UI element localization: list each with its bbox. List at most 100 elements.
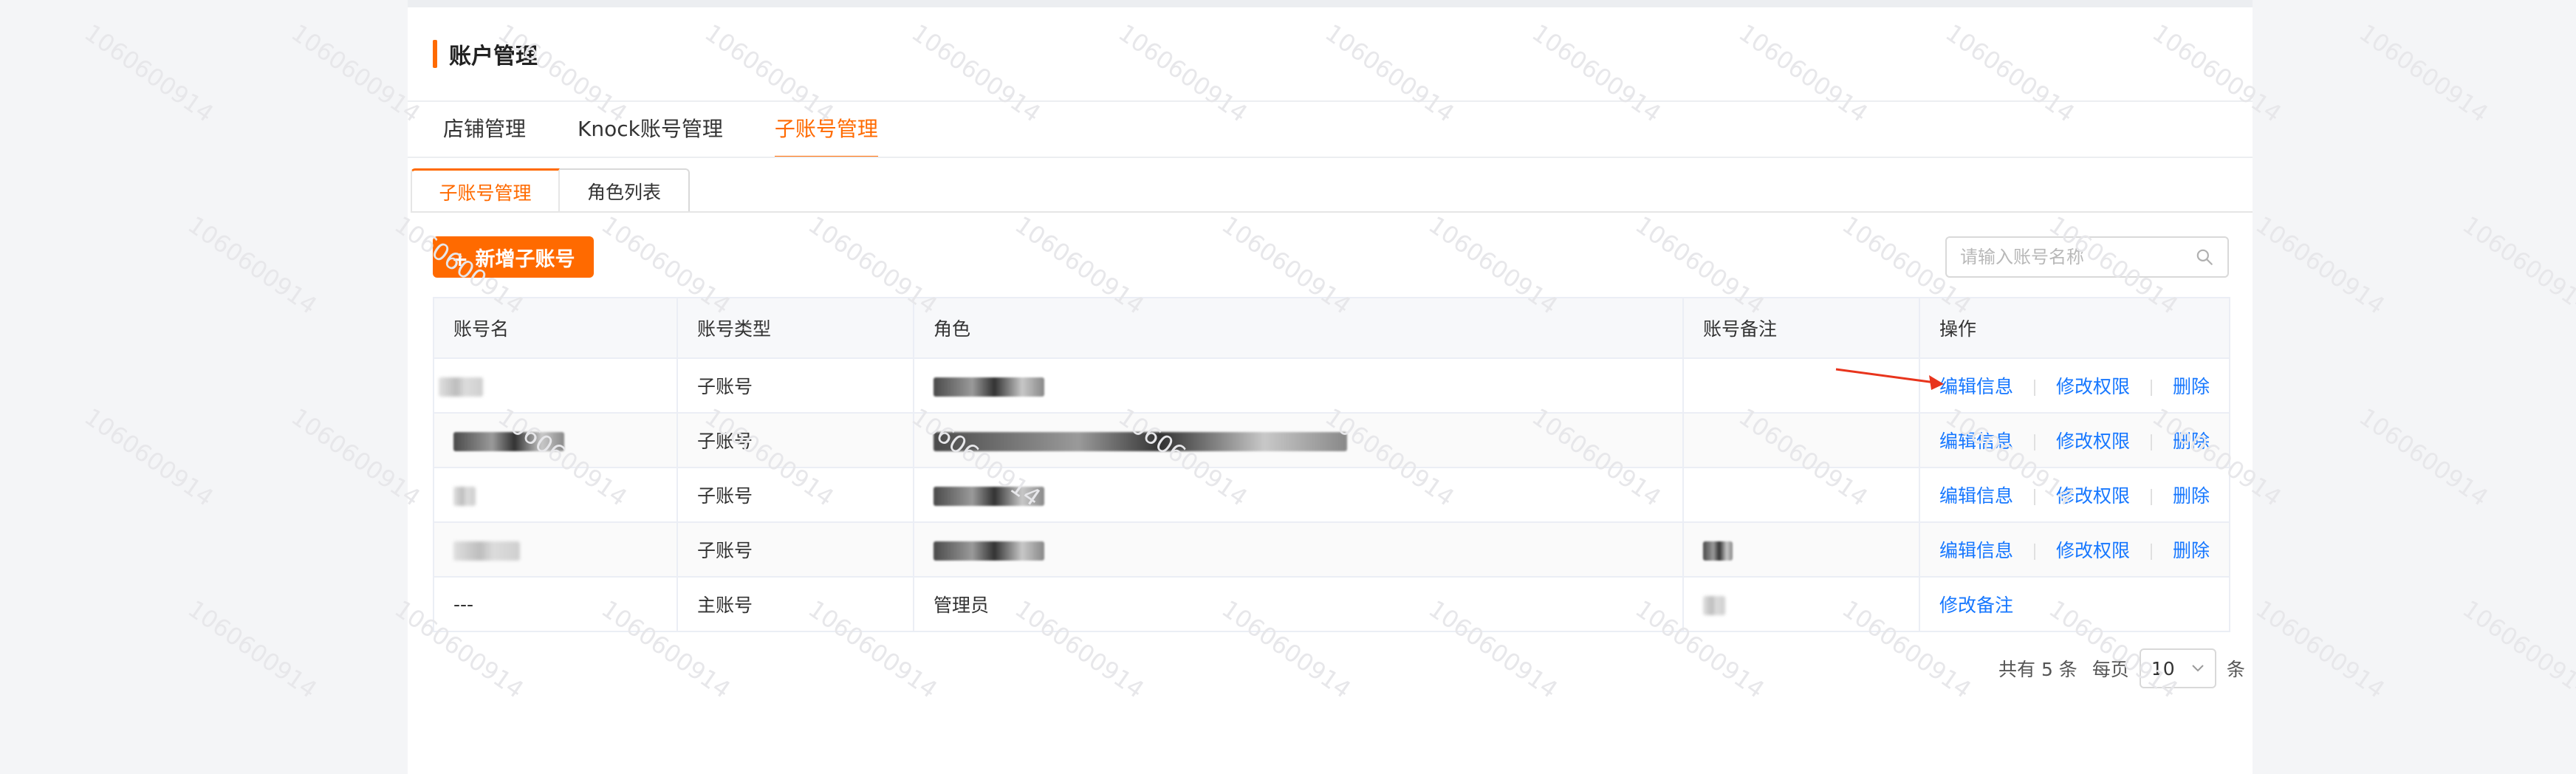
- cell-account-type: 子账号: [677, 468, 914, 523]
- table-row: 子账号 编辑信息 修改权限 删除: [434, 413, 2230, 468]
- redacted-text: [453, 541, 520, 561]
- main-tabs: 店铺管理 Knock账号管理 子账号管理: [443, 103, 930, 158]
- modify-permissions-link[interactable]: 修改权限: [2056, 485, 2130, 507]
- divider: [2034, 544, 2036, 560]
- cell-account-name: ---: [434, 577, 678, 632]
- delete-link[interactable]: 删除: [2173, 376, 2210, 397]
- col-header-actions: 操作: [1919, 298, 2230, 359]
- col-header-role: 角色: [914, 298, 1684, 359]
- total-count: 共有 5 条: [1998, 659, 2077, 680]
- edit-info-link[interactable]: 编辑信息: [1939, 540, 2013, 561]
- cell-actions: 编辑信息 修改权限 删除: [1919, 413, 2230, 468]
- divider: [408, 157, 2253, 158]
- table-row: 子账号 编辑信息 修改权限 删除: [434, 468, 2230, 523]
- cell-actions: 修改备注: [1919, 577, 2230, 632]
- redacted-text: [934, 377, 1044, 397]
- watermark-text: 1060600914: [2250, 210, 2391, 320]
- watermark-text: 1060600914: [79, 403, 219, 512]
- delete-link[interactable]: 删除: [2173, 485, 2210, 507]
- watermark-text: 1060600914: [2354, 18, 2494, 128]
- add-sub-account-button[interactable]: + 新增子账号: [433, 236, 594, 278]
- edit-info-link[interactable]: 编辑信息: [1939, 431, 2013, 452]
- page-size-value: 10: [2151, 657, 2175, 679]
- cell-account-type: 子账号: [677, 358, 914, 414]
- sub-tabs: 子账号管理 角色列表: [411, 168, 690, 213]
- divider: [2151, 380, 2153, 396]
- divider: [2034, 380, 2036, 396]
- delete-link[interactable]: 删除: [2173, 431, 2210, 452]
- modify-permissions-link[interactable]: 修改权限: [2056, 431, 2130, 452]
- cell-account-type: 子账号: [677, 522, 914, 578]
- redacted-text: [934, 431, 1347, 451]
- col-header-account-name: 账号名: [434, 298, 678, 359]
- page-size-select[interactable]: 10: [2139, 648, 2216, 688]
- tab-knock-account-management[interactable]: Knock账号管理: [578, 103, 723, 158]
- page-title: 账户管理: [433, 38, 538, 69]
- cell-account-name: [434, 358, 678, 414]
- cell-remark: [1683, 577, 1920, 632]
- modify-permissions-link[interactable]: 修改权限: [2056, 540, 2130, 561]
- watermark-text: 1060600914: [182, 595, 323, 704]
- cell-role: 管理员: [914, 577, 1684, 632]
- redacted-text: [453, 486, 476, 506]
- pagination: 共有 5 条 每页 10 条: [1998, 648, 2245, 688]
- edit-remark-link[interactable]: 修改备注: [1939, 595, 2013, 616]
- redacted-text: [439, 377, 483, 397]
- cell-actions: 编辑信息 修改权限 删除: [1919, 522, 2230, 578]
- divider: [411, 211, 2253, 213]
- cell-account-type: 子账号: [677, 413, 914, 468]
- subtab-sub-account-management[interactable]: 子账号管理: [411, 168, 560, 213]
- table-row: 子账号 编辑信息 修改权限 删除: [434, 522, 2230, 578]
- per-page-label: 每页: [2092, 659, 2129, 680]
- search-input[interactable]: [1960, 247, 2195, 267]
- search-box: [1945, 236, 2229, 278]
- divider: [2151, 489, 2153, 505]
- table-row: --- 主账号 管理员 修改备注: [434, 577, 2230, 632]
- table-row: 子账号 编辑信息 修改权限 删除: [434, 358, 2230, 414]
- watermark-text: 1060600914: [2457, 210, 2576, 320]
- modify-permissions-link[interactable]: 修改权限: [2056, 376, 2130, 397]
- annotation-arrow-icon: [1835, 368, 1944, 390]
- cell-role: [914, 413, 1684, 468]
- sub-account-table: 账号名 账号类型 角色 账号备注 操作 子账号 编辑信息 修改权限 删除 子账号 编…: [433, 297, 2230, 632]
- cell-role: [914, 358, 1684, 414]
- watermark-text: 1060600914: [286, 18, 426, 128]
- cell-actions: 编辑信息 修改权限 删除: [1919, 358, 2230, 414]
- search-icon[interactable]: [2195, 247, 2214, 267]
- subtab-role-list[interactable]: 角色列表: [560, 168, 690, 213]
- chevron-down-icon: [2192, 665, 2204, 672]
- title-accent-bar: [433, 40, 437, 68]
- divider: [2034, 434, 2036, 451]
- tab-shop-management[interactable]: 店铺管理: [443, 103, 526, 158]
- cell-actions: 编辑信息 修改权限 删除: [1919, 468, 2230, 523]
- redacted-text: [934, 486, 1044, 506]
- delete-link[interactable]: 删除: [2173, 540, 2210, 561]
- cell-account-type: 主账号: [677, 577, 914, 632]
- edit-info-link[interactable]: 编辑信息: [1939, 376, 2013, 397]
- cell-remark: [1683, 522, 1920, 578]
- watermark-text: 1060600914: [286, 403, 426, 512]
- page-size-suffix: 条: [2226, 659, 2245, 680]
- edit-info-link[interactable]: 编辑信息: [1939, 485, 2013, 507]
- page-title-text: 账户管理: [449, 44, 538, 69]
- redacted-text: [1703, 595, 1725, 615]
- top-strip: [408, 0, 2253, 7]
- cell-remark: [1683, 413, 1920, 468]
- watermark-text: 1060600914: [2250, 595, 2391, 704]
- divider: [2034, 489, 2036, 505]
- watermark-text: 1060600914: [79, 18, 219, 128]
- divider: [2151, 434, 2153, 451]
- cell-account-name: [434, 413, 678, 468]
- cell-role: [914, 522, 1684, 578]
- tab-sub-account-management[interactable]: 子账号管理: [774, 103, 878, 158]
- divider: [408, 100, 2253, 102]
- cell-remark: [1683, 468, 1920, 523]
- watermark-text: 1060600914: [2457, 595, 2576, 704]
- cell-account-name: [434, 522, 678, 578]
- divider: [2151, 544, 2153, 560]
- cell-role: [914, 468, 1684, 523]
- watermark-text: 1060600914: [182, 210, 323, 320]
- watermark-text: 1060600914: [2354, 403, 2494, 512]
- col-header-remark: 账号备注: [1683, 298, 1920, 359]
- table-header-row: 账号名 账号类型 角色 账号备注 操作: [434, 298, 2230, 359]
